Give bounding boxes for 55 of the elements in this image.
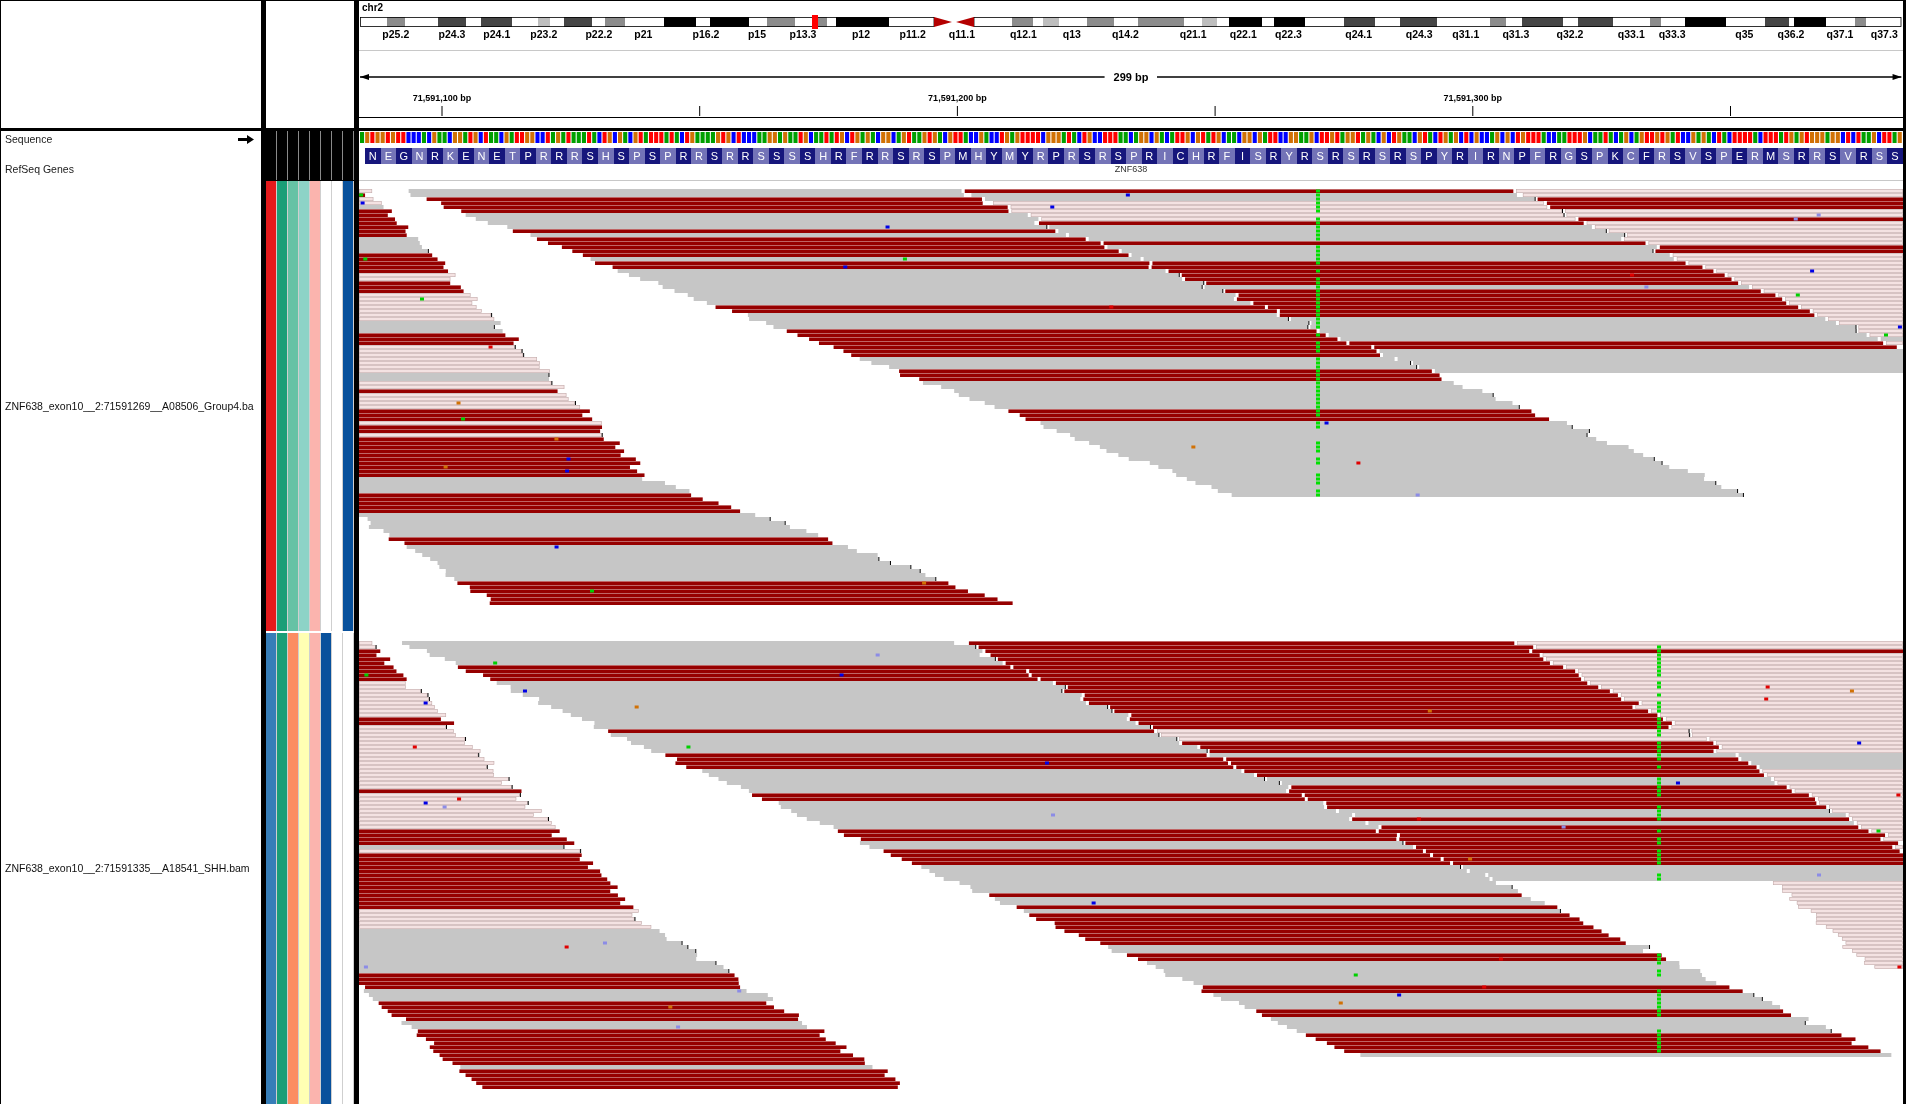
track-name: ZNF638_exon10__2:71591335__A18541_SHH.bam xyxy=(5,863,250,874)
amino-acid: H xyxy=(1188,148,1204,164)
amino-acid: E xyxy=(458,148,474,164)
amino-acid: S xyxy=(893,148,909,164)
amino-acid: R xyxy=(862,148,878,164)
amino-acid: V xyxy=(1840,148,1856,164)
amino-acid: R xyxy=(1359,148,1375,164)
amino-acid: R xyxy=(1452,148,1468,164)
amino-acid: H xyxy=(815,148,831,164)
amino-acid: P xyxy=(660,148,676,164)
amino-acid: R xyxy=(427,148,443,164)
amino-acid: P xyxy=(1126,148,1142,164)
amino-acid: F xyxy=(1219,148,1235,164)
amino-acid: R xyxy=(1390,148,1406,164)
amino-acid: R xyxy=(1483,148,1499,164)
amino-acid: P xyxy=(1421,148,1437,164)
amino-acid: C xyxy=(1623,148,1639,164)
amino-acid: V xyxy=(1685,148,1701,164)
amino-acid: I xyxy=(1157,148,1173,164)
gene-name: ZNF638 xyxy=(1114,165,1148,174)
amino-acid: S xyxy=(1887,148,1903,164)
amino-acid: S xyxy=(753,148,769,164)
amino-acid: R xyxy=(1856,148,1872,164)
amino-acid: R xyxy=(691,148,707,164)
amino-acid: S xyxy=(1312,148,1328,164)
track-name: Sequence xyxy=(5,133,53,145)
amino-acid: P xyxy=(1514,148,1530,164)
amino-acid: E xyxy=(489,148,505,164)
track-name: RefSeq Genes xyxy=(5,163,74,175)
amino-acid: Y xyxy=(1281,148,1297,164)
amino-acid: G xyxy=(396,148,412,164)
amino-acid: Y xyxy=(1017,148,1033,164)
amino-acid: S xyxy=(1576,148,1592,164)
amino-acid: R xyxy=(1545,148,1561,164)
amino-acid: F xyxy=(846,148,862,164)
amino-acid: M xyxy=(955,148,971,164)
amino-acid: S xyxy=(582,148,598,164)
amino-acid: R xyxy=(1654,148,1670,164)
track-name: ZNF638_exon10__2:71591269__A08506_Group4.ba xyxy=(5,400,254,412)
amino-acid: R xyxy=(1809,148,1825,164)
amino-acid: P xyxy=(520,148,536,164)
amino-acid: S xyxy=(784,148,800,164)
amino-acid: S xyxy=(924,148,940,164)
amino-acid: S xyxy=(1250,148,1266,164)
amino-acid: Y xyxy=(986,148,1002,164)
amino-acid: S xyxy=(1778,148,1794,164)
amino-acid: R xyxy=(551,148,567,164)
amino-acid: P xyxy=(1716,148,1732,164)
amino-acid: S xyxy=(1343,148,1359,164)
amino-acid: N xyxy=(365,148,381,164)
amino-acid: R xyxy=(722,148,738,164)
amino-acid: S xyxy=(1079,148,1095,164)
amino-acid: P xyxy=(1048,148,1064,164)
amino-acid: P xyxy=(629,148,645,164)
amino-acid: R xyxy=(1747,148,1763,164)
